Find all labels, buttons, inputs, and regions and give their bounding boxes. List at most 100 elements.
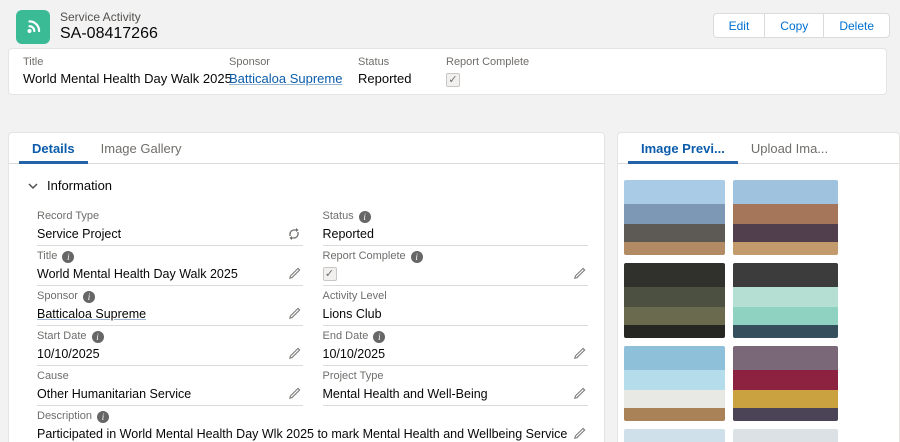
photo-band (624, 287, 725, 307)
gallery-image-building-scene-partial[interactable] (733, 429, 838, 442)
chevron-down-icon (28, 182, 38, 189)
field-label: Description (37, 410, 93, 422)
field-title: Title World Mental Health Day Walk 2025 (37, 246, 303, 286)
highlight-status-value: Reported (358, 71, 412, 86)
photo-band (733, 389, 838, 408)
start-date-value: 10/10/2025 (37, 346, 100, 361)
record-actions: Edit Copy Delete (712, 13, 890, 38)
photo-band (624, 204, 725, 224)
info-icon[interactable] (373, 330, 386, 343)
details-panel: Details Image Gallery Information Record… (8, 132, 605, 442)
edit-pencil-icon[interactable] (571, 387, 588, 400)
edit-pencil-icon[interactable] (286, 387, 303, 400)
highlight-sponsor-label: Sponsor (229, 56, 270, 68)
entity-label: Service Activity (60, 10, 141, 24)
photo-band (624, 324, 725, 338)
edit-pencil-icon[interactable] (286, 307, 303, 320)
image-preview-panel: Image Previ... Upload Ima... (617, 132, 900, 442)
photo-band (733, 346, 838, 370)
tab-image-gallery[interactable]: Image Gallery (88, 133, 195, 164)
record-name: SA-08417266 (60, 25, 158, 42)
edit-pencil-icon[interactable] (286, 347, 303, 360)
info-icon[interactable] (62, 250, 75, 263)
field-report-complete: Report Complete (322, 246, 588, 286)
photo-band (733, 241, 838, 255)
highlight-title-label: Title (23, 56, 44, 68)
gallery-image-crowd-with-banners[interactable] (733, 180, 838, 255)
title-value: World Mental Health Day Walk 2025 (37, 266, 238, 281)
gallery-image-banner-outside-building[interactable] (624, 346, 725, 421)
photo-band (624, 370, 725, 390)
photo-band (733, 407, 838, 421)
edit-pencil-icon[interactable] (571, 347, 588, 360)
edit-pencil-icon[interactable] (571, 427, 588, 440)
section-title: Information (47, 178, 113, 193)
edit-pencil-icon[interactable] (571, 267, 588, 280)
gallery-image-lions-club-banner[interactable] (733, 346, 838, 421)
photo-band (624, 306, 725, 325)
info-icon[interactable] (410, 250, 423, 263)
field-label: Report Complete (322, 250, 406, 262)
field-label: Sponsor (37, 290, 78, 302)
field-project-type: Project Type Mental Health and Well-Bein… (322, 366, 588, 406)
photo-band (733, 263, 838, 287)
photo-band (624, 180, 725, 204)
edit-pencil-icon[interactable] (286, 267, 303, 280)
field-label: Cause (37, 370, 69, 382)
gallery-image-street-scene-partial[interactable] (624, 429, 725, 442)
gallery-image-crowd-street-gathering[interactable] (624, 180, 725, 255)
highlight-status-label: Status (358, 56, 390, 68)
field-start-date: Start Date 10/10/2025 (37, 326, 303, 366)
change-record-type-icon[interactable] (285, 227, 303, 241)
service-activity-icon (16, 10, 50, 44)
activity-level-value: Lions Club (322, 306, 382, 321)
cause-value: Other Humanitarian Service (37, 386, 192, 401)
field-sponsor: Sponsor Batticaloa Supreme (37, 286, 303, 326)
tab-image-preview[interactable]: Image Previ... (628, 133, 738, 164)
highlight-report-complete-label: Report Complete (446, 56, 530, 68)
report-complete-detail-checkbox (322, 266, 337, 281)
status-value: Reported (322, 226, 374, 241)
photo-band (733, 306, 838, 325)
record-type-value: Service Project (37, 226, 122, 241)
field-end-date: End Date 10/10/2025 (322, 326, 588, 366)
info-icon[interactable] (82, 290, 95, 303)
gallery-image-water-bottle-packs[interactable] (733, 263, 838, 338)
field-label: Record Type (37, 210, 100, 222)
photo-band (733, 324, 838, 338)
info-icon[interactable] (91, 330, 104, 343)
image-grid (618, 164, 899, 442)
highlight-sponsor-link[interactable]: Batticaloa Supreme (229, 71, 342, 86)
photo-band (733, 180, 838, 204)
details-form: Record Type Service Project Status i Rep… (25, 206, 588, 442)
info-icon[interactable] (358, 210, 371, 223)
photo-band (624, 389, 725, 408)
preview-tab-bar: Image Previ... Upload Ima... (618, 133, 899, 164)
highlight-title-value: World Mental Health Day Walk 2025 (23, 71, 232, 86)
edit-button[interactable]: Edit (712, 13, 766, 38)
photo-band (624, 263, 725, 287)
description-value: Participated in World Mental Health Day … (37, 426, 571, 441)
information-section-toggle[interactable]: Information (25, 178, 588, 193)
photo-band (624, 429, 725, 442)
report-complete-checkbox (446, 72, 460, 87)
field-label: Activity Level (322, 290, 387, 302)
project-type-value: Mental Health and Well-Being (322, 386, 488, 401)
field-record-type: Record Type Service Project (37, 206, 303, 246)
photo-band (733, 370, 838, 390)
details-tab-bar: Details Image Gallery (9, 133, 604, 164)
photo-band (733, 429, 838, 442)
info-icon[interactable] (97, 410, 110, 423)
delete-button[interactable]: Delete (823, 13, 890, 38)
field-label: Title (37, 250, 58, 262)
field-label: Project Type (322, 370, 384, 382)
sponsor-link[interactable]: Batticaloa Supreme (37, 307, 146, 321)
field-label: Start Date (37, 330, 87, 342)
field-cause: Cause Other Humanitarian Service (37, 366, 303, 406)
photo-band (624, 407, 725, 421)
tab-upload-image[interactable]: Upload Ima... (738, 133, 841, 164)
tab-details[interactable]: Details (19, 133, 88, 164)
field-label: End Date (322, 330, 369, 342)
gallery-image-group-under-canopy[interactable] (624, 263, 725, 338)
copy-button[interactable]: Copy (764, 13, 825, 38)
